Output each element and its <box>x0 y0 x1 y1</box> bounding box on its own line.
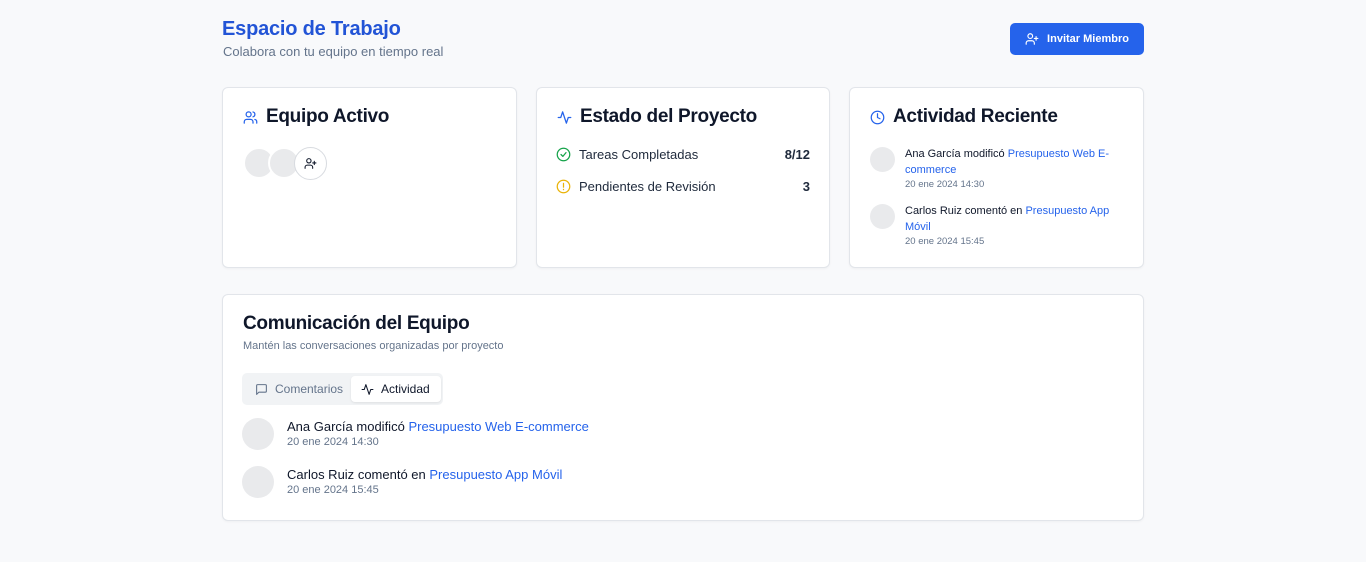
page-subtitle: Colabora con tu equipo en tiempo real <box>223 44 444 59</box>
avatar <box>242 418 274 450</box>
team-communication-card: Comunicación del Equipo Mantén las conve… <box>222 294 1144 521</box>
project-card-title: Estado del Proyecto <box>557 106 757 128</box>
activity-action: modificó <box>963 148 1005 160</box>
activity-user: Ana García <box>905 148 961 160</box>
page-title: Espacio de Trabajo <box>222 18 401 40</box>
tab-activity[interactable]: Actividad <box>351 376 441 402</box>
project-card-title-text: Estado del Proyecto <box>580 106 757 127</box>
activity-text: Carlos Ruiz comentó en Presupuesto App M… <box>905 204 1125 235</box>
activity-text: Carlos Ruiz comentó en Presupuesto App M… <box>287 466 562 483</box>
list-item: Carlos Ruiz comentó en Presupuesto App M… <box>242 466 1123 498</box>
message-square-icon <box>256 383 267 395</box>
communication-title: Comunicación del Equipo <box>243 313 470 334</box>
activity-user: Ana García <box>287 419 353 434</box>
activity-time: 20 ene 2024 15:45 <box>905 236 985 247</box>
workspace-page: Espacio de Trabajo Colabora con tu equip… <box>222 0 1144 521</box>
activity-card-title-text: Actividad Reciente <box>893 106 1058 127</box>
team-card: Equipo Activo <box>222 87 517 268</box>
avatar <box>870 204 895 229</box>
user-plus-icon <box>1025 33 1039 45</box>
activity-time: 20 ene 2024 15:45 <box>287 484 379 496</box>
avatar <box>870 147 895 172</box>
stat-label: Tareas Completadas <box>579 147 699 162</box>
activity-icon <box>557 110 572 124</box>
tab-activity-label: Actividad <box>381 382 430 396</box>
activity-text: Ana García modificó Presupuesto Web E-co… <box>287 418 589 435</box>
project-status-card: Estado del Proyecto Tareas Completadas 8… <box>536 87 830 268</box>
activity-time: 20 ene 2024 14:30 <box>287 436 379 448</box>
summary-cards: Equipo Activo Estado del Proyecto Tareas… <box>222 87 1144 268</box>
tab-comments[interactable]: Comentarios <box>245 376 353 402</box>
team-card-title: Equipo Activo <box>243 106 389 128</box>
page-header: Espacio de Trabajo Colabora con tu equip… <box>222 0 1144 87</box>
users-icon <box>243 110 258 124</box>
activity-text: Ana García modificó Presupuesto Web E-co… <box>905 147 1125 178</box>
invite-member-label: Invitar Miembro <box>1047 33 1129 45</box>
activity-action: modificó <box>356 419 405 434</box>
stat-value: 3 <box>802 179 810 194</box>
team-card-title-text: Equipo Activo <box>266 106 390 127</box>
list-item: Carlos Ruiz comentó en Presupuesto App M… <box>870 204 1125 248</box>
activity-time: 20 ene 2024 14:30 <box>905 179 985 190</box>
activity-action: comentó en <box>357 467 426 482</box>
activity-user: Carlos Ruiz <box>905 205 962 217</box>
list-item: Ana García modificó Presupuesto Web E-co… <box>242 418 1123 450</box>
activity-action: comentó en <box>964 205 1023 217</box>
invite-member-button[interactable]: Invitar Miembro <box>1010 23 1144 55</box>
activity-user: Carlos Ruiz <box>287 467 355 482</box>
activity-card-title: Actividad Reciente <box>870 106 1058 128</box>
communication-tabs: Comentarios Actividad <box>242 373 443 405</box>
activity-target-link[interactable]: Presupuesto Web E-commerce <box>408 419 588 434</box>
recent-activity-card: Actividad Reciente Ana García modificó P… <box>849 87 1144 268</box>
alert-circle-icon <box>556 179 571 194</box>
activity-icon <box>361 383 374 395</box>
add-member-button[interactable] <box>294 147 327 180</box>
avatar <box>242 466 274 498</box>
check-circle-icon <box>556 147 571 162</box>
clock-icon <box>870 110 885 124</box>
user-plus-icon <box>304 158 317 169</box>
stat-completed-tasks: Tareas Completadas 8/12 <box>556 147 810 162</box>
stat-label: Pendientes de Revisión <box>579 179 716 194</box>
stat-value: 8/12 <box>784 147 810 162</box>
tab-comments-label: Comentarios <box>275 382 344 396</box>
stat-pending-review: Pendientes de Revisión 3 <box>556 179 810 194</box>
list-item: Ana García modificó Presupuesto Web E-co… <box>870 147 1125 191</box>
communication-subtitle: Mantén las conversaciones organizadas po… <box>243 340 504 352</box>
activity-target-link[interactable]: Presupuesto App Móvil <box>429 467 562 482</box>
